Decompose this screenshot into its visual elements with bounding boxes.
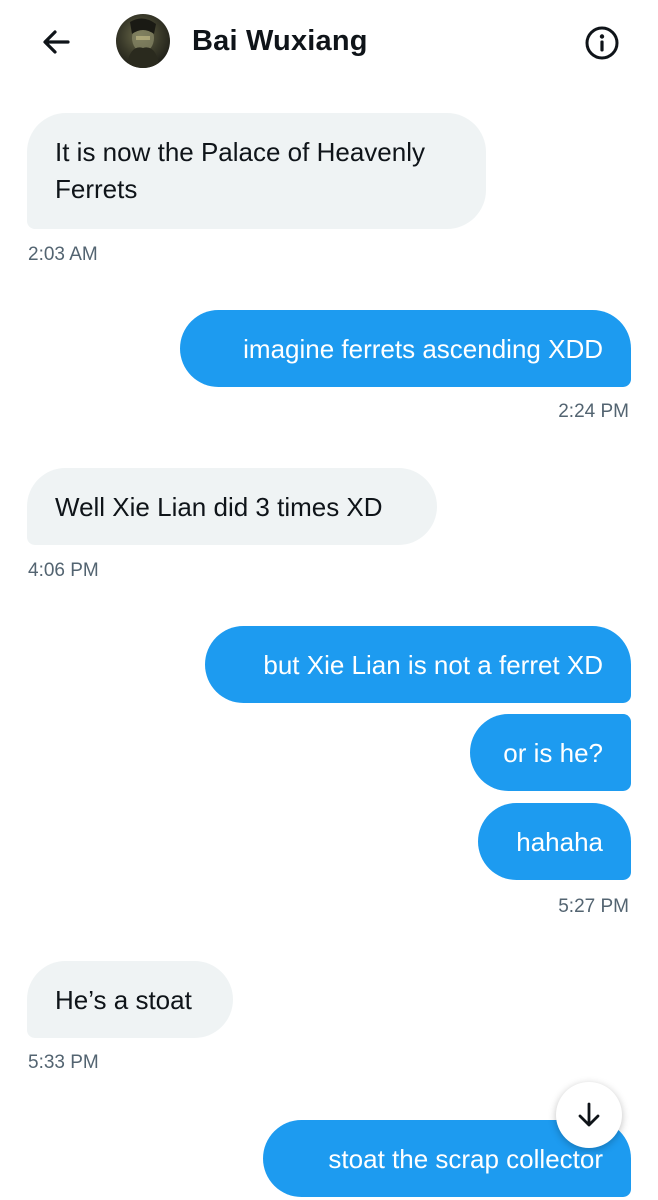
message-bubble-incoming[interactable]: Well Xie Lian did 3 times XD: [27, 468, 437, 545]
message-text: He’s a stoat: [55, 985, 192, 1015]
message-bubble-incoming[interactable]: He’s a stoat: [27, 961, 233, 1038]
arrow-down-icon: [578, 1102, 600, 1127]
info-icon: [585, 26, 619, 60]
message-bubble-incoming[interactable]: It is now the Palace of Heavenly Ferrets: [27, 113, 486, 229]
message-timestamp: 5:27 PM: [558, 896, 629, 917]
message-timestamp: 2:03 AM: [28, 244, 98, 265]
message-bubble-outgoing[interactable]: hahaha: [478, 803, 631, 880]
message-bubble-outgoing[interactable]: imagine ferrets ascending XDD: [180, 310, 631, 387]
conversation-header: Bai Wuxiang: [0, 0, 658, 88]
message-text: imagine ferrets ascending XDD: [243, 334, 603, 364]
page-title[interactable]: Bai Wuxiang: [192, 25, 368, 58]
conversation-info-button[interactable]: [583, 24, 621, 62]
back-button[interactable]: [36, 22, 76, 62]
message-text: stoat the scrap collector: [328, 1144, 603, 1174]
message-timestamp: 5:33 PM: [28, 1052, 99, 1073]
message-timestamp: 4:06 PM: [28, 560, 99, 581]
avatar-image: [126, 18, 160, 68]
message-text: hahaha: [516, 827, 603, 857]
message-text: or is he?: [503, 738, 603, 768]
message-text: Well Xie Lian did 3 times XD: [55, 492, 383, 522]
message-bubble-outgoing[interactable]: or is he?: [470, 714, 631, 791]
message-text: but Xie Lian is not a ferret XD: [263, 650, 603, 680]
message-timestamp: 2:24 PM: [558, 401, 629, 422]
avatar[interactable]: [116, 14, 170, 68]
message-bubble-outgoing[interactable]: but Xie Lian is not a ferret XD: [205, 626, 631, 703]
message-text: It is now the Palace of Heavenly Ferrets: [55, 137, 425, 204]
scroll-to-bottom-button[interactable]: [556, 1082, 622, 1148]
arrow-left-icon: [43, 30, 70, 54]
